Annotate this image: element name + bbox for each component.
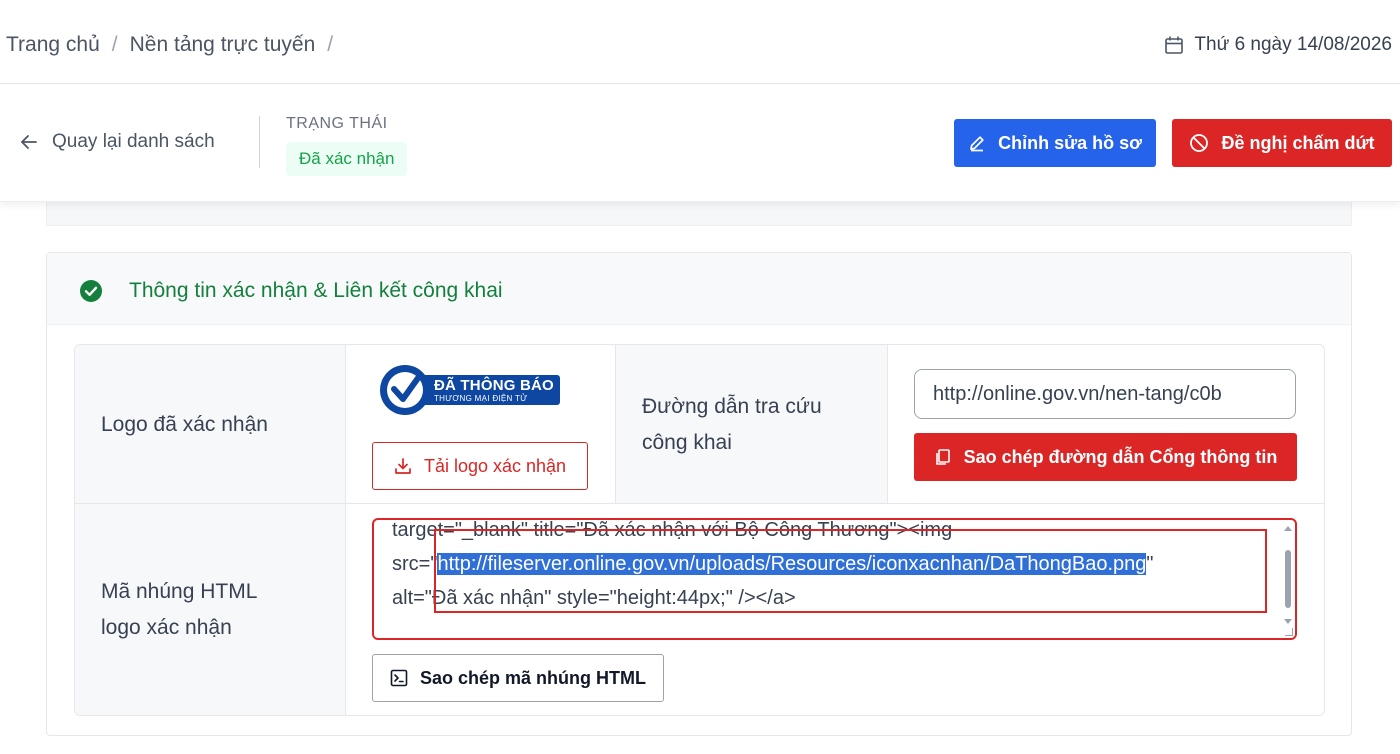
back-to-list-link[interactable]: Quay lại danh sách	[20, 131, 215, 153]
date-text: Thứ 6 ngày 14/08/2026	[1194, 34, 1392, 55]
arrow-left-icon	[21, 135, 37, 149]
edit-profile-label: Chỉnh sửa hồ sơ	[998, 132, 1142, 153]
embed-label: Mã nhúng HTML logo xác nhận	[101, 574, 257, 646]
download-icon	[395, 458, 411, 474]
logo-label-cell: Logo đã xác nhận	[75, 345, 346, 504]
calendar-icon	[1165, 36, 1184, 54]
logo-label: Logo đã xác nhận	[101, 413, 268, 436]
breadcrumb-separator: /	[327, 33, 334, 56]
logo-cell: ĐÃ THÔNG BÁO THƯƠNG MẠI ĐIỆN TỬ Tải logo…	[346, 345, 616, 504]
embed-label-line2: logo xác nhận	[101, 616, 232, 639]
lookup-url-input[interactable]: http://online.gov.vn/nen-tang/c0b	[914, 369, 1296, 419]
code-src-prefix: src="	[392, 553, 438, 575]
logo-text-big: ĐÃ THÔNG BÁO	[434, 377, 554, 394]
lookup-url-cell: http://online.gov.vn/nen-tang/c0b Sao ch…	[888, 345, 1324, 504]
embed-label-cell: Mã nhúng HTML logo xác nhận	[75, 504, 346, 715]
status-badge: Đã xác nhận	[286, 142, 408, 176]
breadcrumb-home[interactable]: Trang chủ	[6, 33, 100, 57]
copy-embed-html-label: Sao chép mã nhúng HTML	[419, 667, 646, 688]
copy-portal-link-button[interactable]: Sao chép đường dẫn Cổng thông tin	[914, 433, 1297, 481]
breadcrumb-separator: /	[111, 33, 118, 56]
top-bar: Trang chủ / Nền tảng trực tuyến / Thứ 6 …	[0, 0, 1400, 84]
edit-profile-button[interactable]: Chỉnh sửa hồ sơ	[954, 119, 1156, 167]
card-title: Thông tin xác nhận & Liên kết công khai	[129, 279, 503, 302]
lookup-label-line1: Đường dẫn tra cứu	[642, 395, 822, 418]
lookup-label-line2: công khai	[642, 431, 732, 454]
scroll-up-arrow[interactable]	[1284, 526, 1292, 531]
code-src-suffix: "	[1146, 553, 1154, 575]
card-header: Thông tin xác nhận & Liên kết công khai	[47, 253, 1351, 325]
embed-code-lines: target="_blank" title="Đã xác nhận với B…	[392, 519, 1154, 615]
code-line: src="http://fileserver.online.gov.vn/upl…	[392, 547, 1154, 581]
check-circle-icon	[80, 280, 102, 302]
embed-code-cell: target="_blank" title="Đã xác nhận với B…	[346, 504, 1324, 715]
back-label: Quay lại danh sách	[52, 131, 215, 152]
divider	[259, 116, 260, 168]
verification-card: Thông tin xác nhận & Liên kết công khai …	[46, 252, 1352, 736]
lookup-label-cell: Đường dẫn tra cứu công khai	[616, 345, 888, 504]
download-logo-button[interactable]: Tải logo xác nhận	[372, 442, 588, 490]
terminal-icon	[390, 669, 408, 687]
pencil-icon	[970, 136, 984, 152]
request-termination-label: Đề nghị chấm dứt	[1221, 132, 1375, 153]
code-line: alt="Đã xác nhận" style="height:44px;" /…	[392, 587, 796, 609]
selected-image-url: http://fileserver.online.gov.vn/uploads/…	[437, 553, 1147, 575]
verified-logo: ĐÃ THÔNG BÁO THƯƠNG MẠI ĐIỆN TỬ	[378, 363, 560, 417]
embed-code-textarea[interactable]: target="_blank" title="Đã xác nhận với B…	[372, 518, 1297, 640]
copy-portal-link-label: Sao chép đường dẫn Cổng thông tin	[963, 446, 1278, 467]
current-date: Thứ 6 ngày 14/08/2026	[1164, 34, 1392, 56]
logo-text: ĐÃ THÔNG BÁO THƯƠNG MẠI ĐIỆN TỬ	[424, 375, 560, 405]
main-content: Thông tin xác nhận & Liên kết công khai …	[0, 196, 1400, 754]
ban-icon	[1190, 134, 1209, 152]
scroll-down-arrow[interactable]	[1284, 619, 1292, 624]
status-label: TRẠNG THÁI	[286, 115, 388, 132]
breadcrumb: Trang chủ / Nền tảng trực tuyến /	[6, 33, 345, 57]
verification-table: Logo đã xác nhận ĐÃ THÔNG BÁO THƯƠNG MẠI…	[74, 344, 1325, 716]
download-logo-label: Tải logo xác nhận	[423, 455, 567, 476]
code-line: target="_blank" title="Đã xác nhận với B…	[392, 519, 953, 541]
embed-label-line1: Mã nhúng HTML	[101, 580, 258, 603]
logo-text-small: THƯƠNG MẠI ĐIỆN TỬ	[434, 394, 528, 403]
breadcrumb-platforms[interactable]: Nền tảng trực tuyến	[130, 33, 316, 57]
textarea-scrollbar[interactable]	[1285, 550, 1291, 608]
copy-icon	[935, 449, 950, 465]
resize-handle[interactable]	[1285, 628, 1293, 636]
copy-embed-html-button[interactable]: Sao chép mã nhúng HTML	[372, 654, 664, 702]
action-bar: Quay lại danh sách TRẠNG THÁI Đã xác nhậ…	[0, 84, 1400, 202]
request-termination-button[interactable]: Đề nghị chấm dứt	[1172, 119, 1392, 167]
lookup-label: Đường dẫn tra cứu công khai	[642, 389, 822, 461]
